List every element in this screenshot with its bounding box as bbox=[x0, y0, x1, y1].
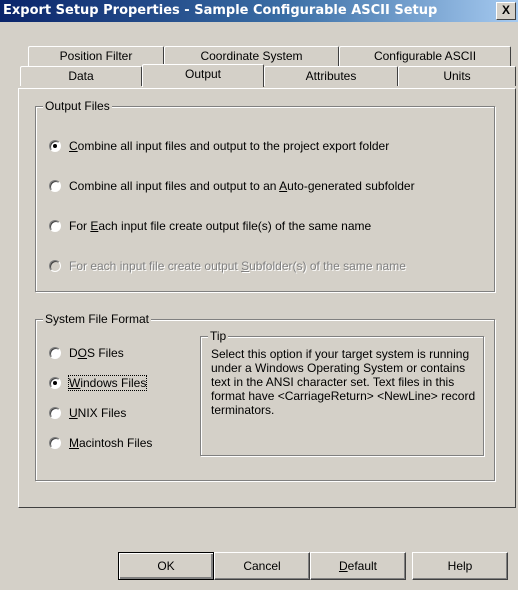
radio-button[interactable] bbox=[49, 437, 61, 449]
tab-label: Data bbox=[68, 69, 94, 83]
radio-button[interactable] bbox=[49, 347, 61, 359]
tab-position-filter[interactable]: Position Filter bbox=[28, 46, 164, 66]
system-file-format-legend: System File Format bbox=[43, 312, 152, 326]
button-label: Cancel bbox=[243, 559, 281, 573]
output-files-group: Output Files Combine all input files and… bbox=[35, 99, 495, 292]
tab-label: Attributes bbox=[305, 69, 357, 83]
button-label: Default bbox=[338, 559, 378, 573]
window-title: Export Setup Properties - Sample Configu… bbox=[3, 3, 438, 18]
tab-configurable-ascii[interactable]: Configurable ASCII bbox=[339, 46, 511, 66]
tab-attributes[interactable]: Attributes bbox=[264, 66, 398, 86]
tab-label: Coordinate System bbox=[200, 49, 303, 63]
tab-label: Position Filter bbox=[59, 49, 133, 63]
radio-button[interactable] bbox=[49, 407, 61, 419]
button-label: OK bbox=[157, 559, 175, 573]
default-button[interactable]: Default bbox=[310, 552, 406, 580]
tip-group: Tip Select this option if your target sy… bbox=[200, 329, 484, 456]
tab-units[interactable]: Units bbox=[398, 66, 516, 86]
export-setup-dialog: Export Setup Properties - Sample Configu… bbox=[0, 0, 518, 590]
radio-button-selected[interactable] bbox=[49, 377, 61, 389]
close-icon: X bbox=[501, 3, 510, 17]
cancel-button[interactable]: Cancel bbox=[214, 552, 310, 580]
system-file-format-group: System File Format DOS Files Windows Fil… bbox=[35, 312, 495, 481]
tab-data[interactable]: Data bbox=[20, 66, 142, 86]
output-tab-panel: Output Files Combine all input files and… bbox=[18, 88, 516, 508]
tab-label: Output bbox=[184, 67, 222, 81]
radio-label: Combine all input files and output to th… bbox=[69, 139, 390, 153]
tab-coordinate-system[interactable]: Coordinate System bbox=[164, 46, 339, 66]
output-files-legend: Output Files bbox=[43, 99, 112, 113]
ok-button[interactable]: OK bbox=[118, 552, 214, 580]
radio-label: For each input file create output Subfol… bbox=[69, 259, 406, 273]
tab-label: Configurable ASCII bbox=[373, 49, 477, 63]
button-label: Help bbox=[447, 559, 473, 573]
radio-button-selected[interactable] bbox=[49, 140, 61, 152]
radio-label: For Each input file create output file(s… bbox=[69, 219, 372, 233]
radio-button-disabled bbox=[49, 260, 61, 272]
tip-legend: Tip bbox=[208, 329, 229, 343]
tip-text: Select this option if your target system… bbox=[211, 347, 476, 417]
tab-output[interactable]: Output bbox=[142, 64, 264, 87]
radio-button[interactable] bbox=[49, 220, 61, 232]
radio-label: UNIX Files bbox=[69, 406, 127, 420]
radio-label: Windows Files bbox=[67, 375, 148, 391]
radio-button[interactable] bbox=[49, 180, 61, 192]
tab-label: Units bbox=[443, 69, 471, 83]
radio-label: Macintosh Files bbox=[69, 436, 153, 450]
radio-label: Combine all input files and output to an… bbox=[69, 179, 415, 193]
close-button[interactable]: X bbox=[496, 2, 516, 20]
radio-label: DOS Files bbox=[69, 346, 124, 360]
title-bar[interactable]: Export Setup Properties - Sample Configu… bbox=[0, 0, 518, 22]
help-button[interactable]: Help bbox=[412, 552, 508, 580]
